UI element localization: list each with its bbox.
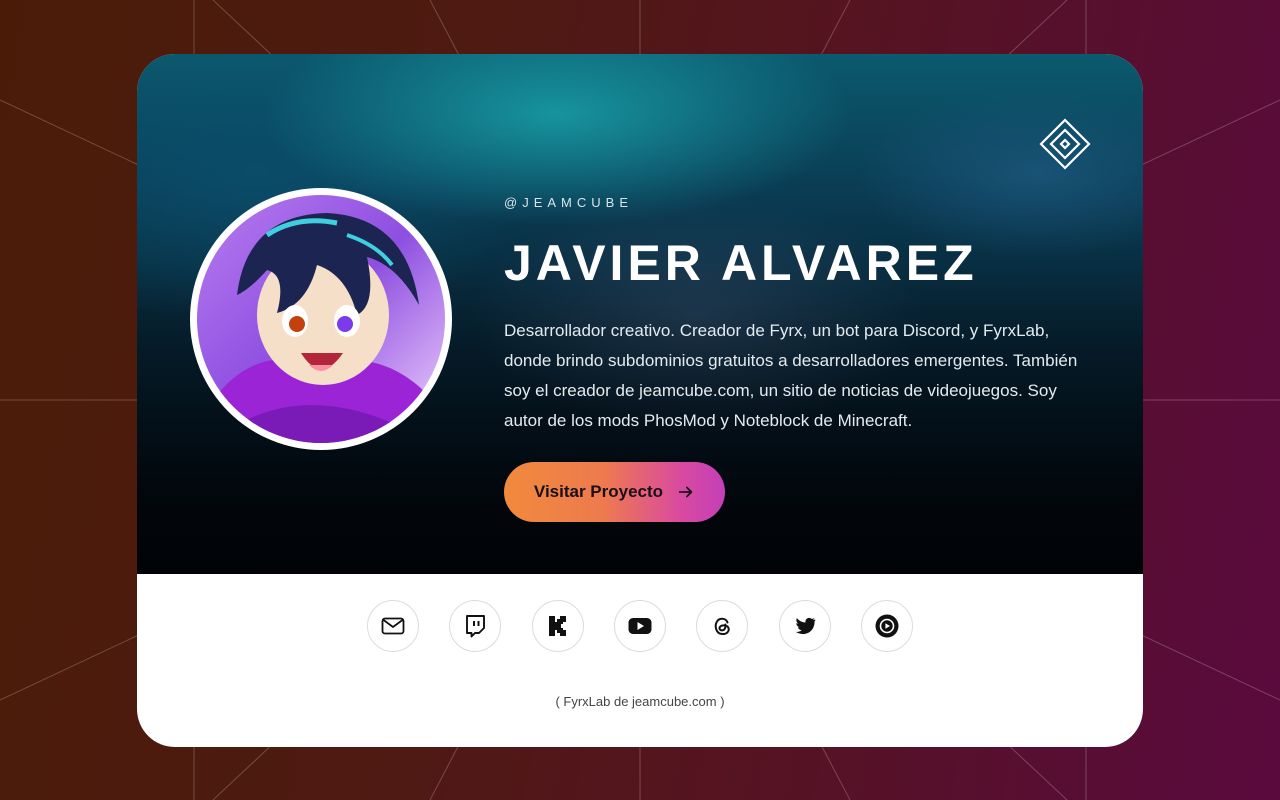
- twitter-link[interactable]: [778, 600, 831, 652]
- visit-project-button[interactable]: Visitar Proyecto: [504, 462, 725, 522]
- footer-credit: ( FyrxLab de jeamcube.com ): [555, 694, 725, 709]
- twitter-icon: [795, 617, 815, 635]
- email-link[interactable]: [367, 600, 419, 652]
- fyrxlab-logo-icon: [1039, 118, 1091, 170]
- play-circle-icon: [875, 614, 899, 638]
- avatar-image: [197, 195, 445, 443]
- threads-link[interactable]: [696, 600, 749, 652]
- threads-icon: [715, 617, 731, 636]
- profile-handle: @JEAMCUBE: [504, 195, 633, 210]
- arrow-right-icon: [678, 486, 693, 498]
- profile-name: JAVIER ALVAREZ: [504, 235, 978, 291]
- social-links: [367, 600, 913, 652]
- hero-banner: @JEAMCUBE JAVIER ALVAREZ Desarrollador c…: [137, 54, 1143, 574]
- profile-bio: Desarrollador creativo. Creador de Fyrx,…: [504, 321, 1078, 430]
- media-link[interactable]: [860, 600, 913, 652]
- youtube-link[interactable]: [613, 600, 666, 652]
- twitch-link[interactable]: [449, 600, 502, 652]
- mail-icon: [381, 617, 405, 635]
- kick-icon: [548, 616, 566, 636]
- profile-card: @JEAMCUBE JAVIER ALVAREZ Desarrollador c…: [137, 54, 1143, 747]
- youtube-icon: [628, 618, 652, 634]
- visit-project-label: Visitar Proyecto: [533, 482, 664, 501]
- twitch-icon: [466, 615, 486, 638]
- kick-link[interactable]: [531, 600, 584, 652]
- avatar: [190, 188, 452, 450]
